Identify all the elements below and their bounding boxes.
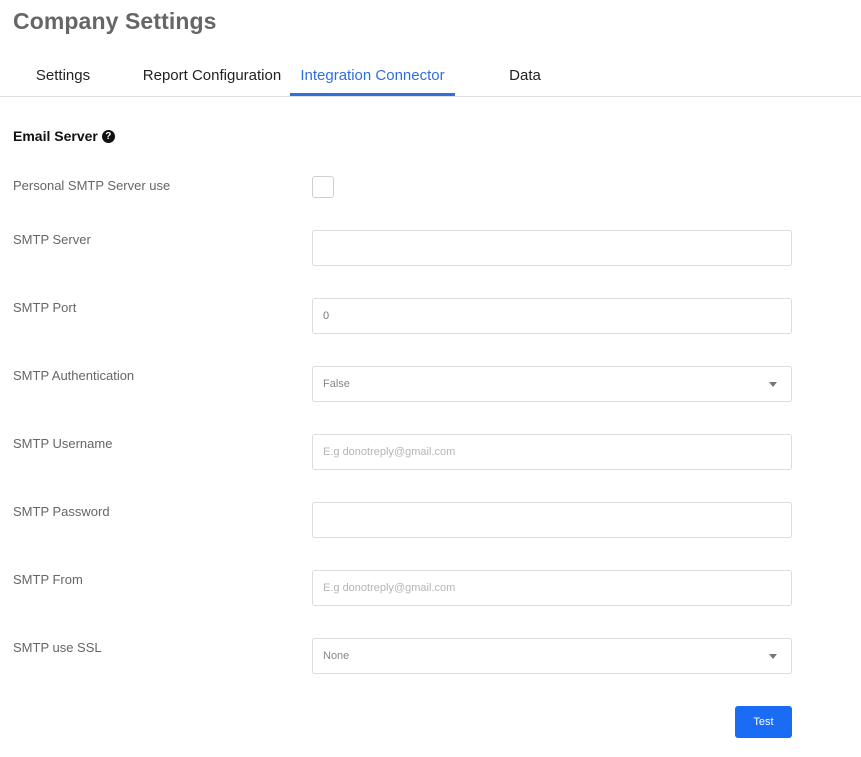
smtp-authentication-label: SMTP Authentication bbox=[13, 368, 135, 383]
tab-bar: Settings Report Configuration Integratio… bbox=[0, 56, 861, 97]
smtp-ssl-value: None bbox=[323, 650, 350, 662]
question-circle-icon[interactable]: ? bbox=[101, 129, 115, 143]
smtp-server-input[interactable] bbox=[312, 230, 792, 266]
section-title-text: Email Server bbox=[13, 128, 98, 144]
tab-settings[interactable]: Settings bbox=[24, 56, 102, 96]
smtp-ssl-label: SMTP use SSL bbox=[13, 640, 102, 655]
smtp-authentication-select[interactable]: False bbox=[312, 366, 792, 402]
smtp-password-label: SMTP Password bbox=[13, 504, 110, 519]
test-button[interactable]: Test bbox=[735, 706, 792, 738]
section-title-email-server: Email Server ? bbox=[13, 128, 115, 144]
smtp-from-label: SMTP From bbox=[13, 572, 83, 587]
smtp-username-input[interactable] bbox=[312, 434, 792, 470]
smtp-ssl-select[interactable]: None bbox=[312, 638, 792, 674]
tab-integration-connector[interactable]: Integration Connector bbox=[290, 56, 455, 96]
smtp-username-label: SMTP Username bbox=[13, 436, 113, 451]
smtp-authentication-value: False bbox=[323, 378, 350, 390]
smtp-port-input[interactable] bbox=[312, 298, 792, 334]
tab-data[interactable]: Data bbox=[494, 56, 556, 96]
tab-report-configuration[interactable]: Report Configuration bbox=[136, 56, 288, 96]
smtp-from-input[interactable] bbox=[312, 570, 792, 606]
caret-down-icon bbox=[769, 382, 777, 387]
page-title: Company Settings bbox=[13, 8, 217, 34]
personal-smtp-checkbox[interactable] bbox=[312, 176, 334, 198]
personal-smtp-label: Personal SMTP Server use bbox=[13, 178, 171, 193]
smtp-server-label: SMTP Server bbox=[13, 232, 91, 247]
smtp-port-label: SMTP Port bbox=[13, 300, 77, 315]
smtp-password-input[interactable] bbox=[312, 502, 792, 538]
caret-down-icon bbox=[769, 654, 777, 659]
